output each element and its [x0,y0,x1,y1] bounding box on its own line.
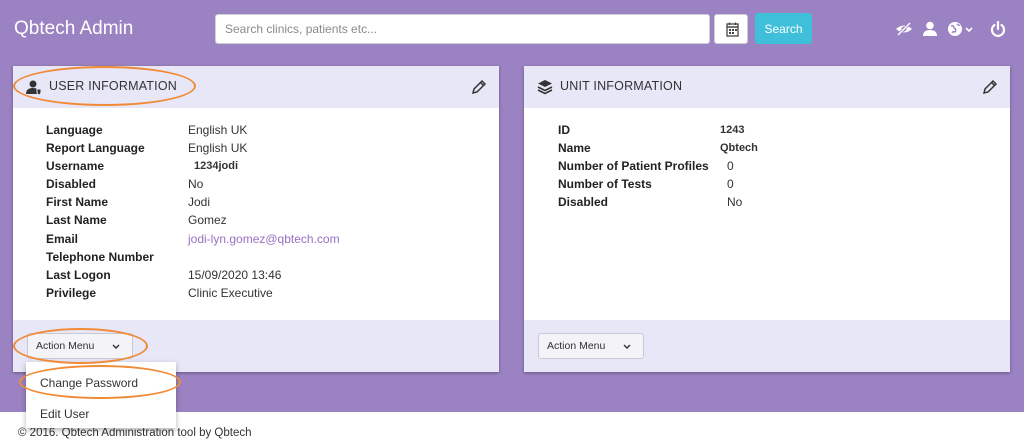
panel-body: ID 1243 Name Qbtech Number of Patient Pr… [524,108,1010,320]
pencil-icon[interactable] [982,79,998,95]
menu-item-edit-user[interactable]: Edit User [40,407,89,421]
field-value: Clinic Executive [188,286,273,300]
field-value: 1234jodi [194,160,239,172]
field-value: 15/09/2020 13:46 [188,268,282,282]
search-input[interactable] [215,14,710,44]
annotation-ellipse [13,328,148,364]
power-icon[interactable] [987,18,1009,40]
field-label: Last Name [46,213,107,227]
panel-body: Language English UK Report Language Engl… [13,108,499,320]
panel-footer: Action Menu [524,320,1010,372]
chevron-down-icon [623,344,631,349]
eye-slash-icon[interactable] [893,18,915,40]
field-label: Username [46,159,105,173]
field-value: English UK [188,123,248,137]
field-value: English UK [188,141,248,155]
calendar-button[interactable] [714,14,748,44]
field-label: Report Language [46,141,145,155]
field-label: First Name [46,195,109,209]
field-value: 0 [727,159,734,173]
field-value: 0 [727,177,734,191]
language-menu[interactable] [945,18,975,40]
user-information-panel: USER INFORMATION Language English UK Rep… [13,66,499,372]
field-label: Name [558,141,591,155]
user-icon[interactable] [919,18,941,40]
footer-copyright: © 2016. Qbtech Administration tool by Qb… [18,427,252,439]
field-label: Disabled [558,195,609,209]
field-label: ID [558,123,570,137]
panel-title: UNIT INFORMATION [560,79,683,93]
unit-information-panel: UNIT INFORMATION ID 1243 Name Qbtech Num… [524,66,1010,372]
field-value: No [727,195,743,209]
field-value: Gomez [188,213,227,227]
field-label: Number of Tests [558,177,652,191]
annotation-ellipse [19,365,181,399]
field-value: 1243 [720,124,745,136]
app-title: Qbtech Admin [14,18,134,39]
field-label: Language [46,123,103,137]
search-button[interactable]: Search [755,13,812,44]
action-menu-label: Action Menu [547,340,606,352]
field-label: Number of Patient Profiles [558,159,709,173]
field-label: Telephone Number [46,250,154,264]
top-navbar: Qbtech Admin Search [0,0,1024,58]
field-label: Email [46,232,79,246]
annotation-ellipse [13,66,196,106]
field-value: Qbtech [720,142,758,154]
pencil-icon[interactable] [471,79,487,95]
panel-header: UNIT INFORMATION [524,66,1010,108]
layers-icon [537,80,553,95]
field-label: Privilege [46,286,97,300]
email-link[interactable]: jodi-lyn.gomez@qbtech.com [188,232,340,246]
field-value: No [188,177,204,191]
globe-icon [948,22,973,36]
field-label: Last Logon [46,268,111,282]
field-value: Jodi [188,195,211,209]
calendar-icon [726,22,739,37]
action-menu-button[interactable]: Action Menu [538,333,644,359]
field-label: Disabled [46,177,97,191]
